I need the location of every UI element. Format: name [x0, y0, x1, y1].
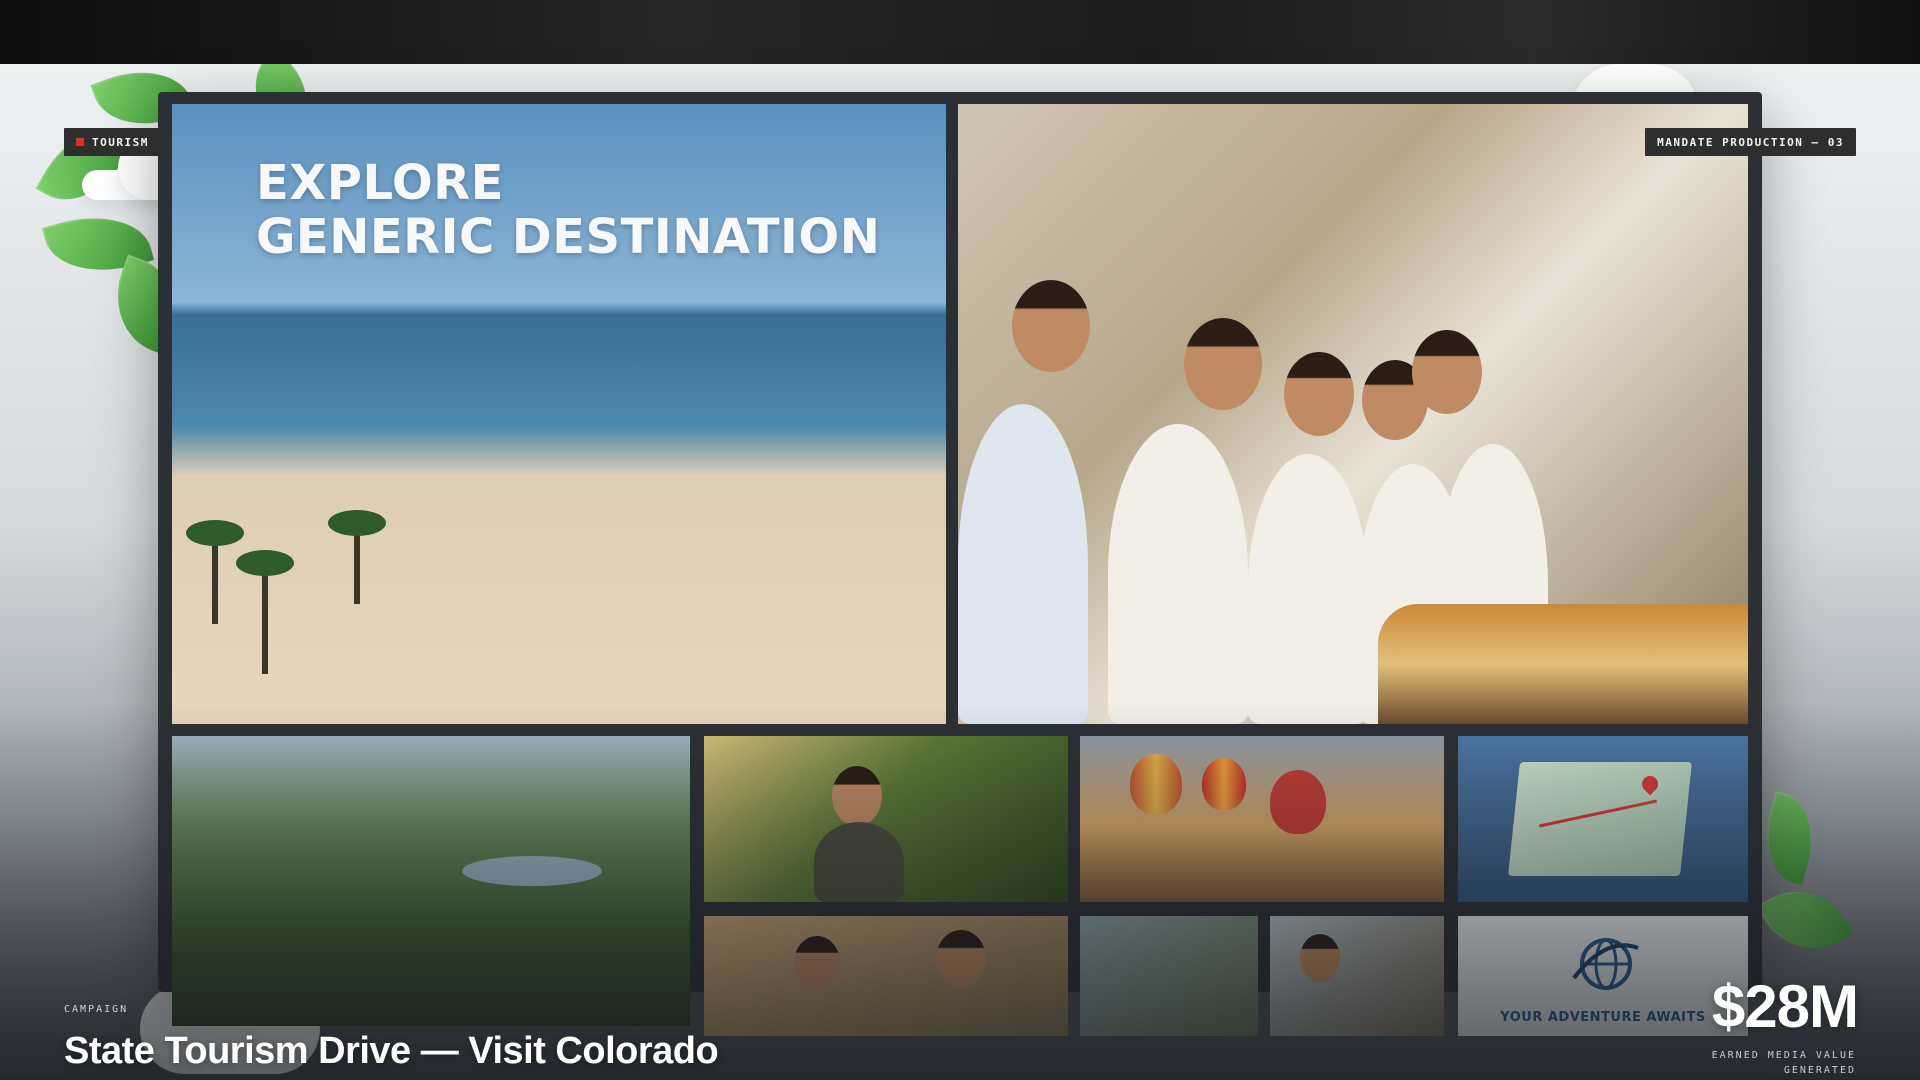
person-figure: [1108, 424, 1248, 724]
category-badge: TOURISM: [64, 128, 161, 156]
group-photo-tile: [958, 104, 1748, 724]
person-head: [794, 936, 840, 990]
cafe-tile: [1270, 916, 1444, 1036]
hiker-tile: [704, 736, 1068, 902]
balloons-tile: [1080, 736, 1444, 902]
person-head: [1284, 352, 1354, 436]
metric-value: $28M: [1711, 973, 1859, 1040]
leaf-decoration: [1753, 790, 1825, 886]
hot-air-balloon: [1130, 754, 1182, 814]
map-tile: [1458, 736, 1748, 902]
person-figure: [1248, 454, 1368, 724]
person-head: [1184, 318, 1262, 410]
production-badge-label: MANDATE PRODUCTION — 03: [1657, 135, 1844, 149]
beach-image-tile: EXPLORE GENERIC DESTINATION: [172, 104, 946, 724]
person-figure: [958, 404, 1088, 724]
category-badge-label: TOURISM: [92, 135, 149, 149]
top-banner: [0, 0, 1920, 64]
campaign-label: CAMPAIGN: [64, 1004, 129, 1015]
crowd-tile: [1080, 916, 1258, 1036]
person-head: [1012, 280, 1090, 372]
adventure-text: YOUR ADVENTURE AWAITS: [1500, 1010, 1706, 1025]
lake: [462, 856, 602, 886]
headline-line-2: GENERIC DESTINATION: [256, 209, 881, 265]
headline-line-1: EXPLORE: [256, 155, 504, 211]
metric-label: EARNED MEDIA VALUE GENERATED: [1711, 1050, 1856, 1076]
person-head: [936, 930, 986, 988]
badge-dot-icon: [76, 138, 84, 146]
adventure-tile: YOUR ADVENTURE AWAITS: [1458, 916, 1748, 1036]
hot-air-balloon: [1270, 770, 1326, 834]
forest-lake-tile: [172, 736, 690, 1026]
person-figure: [814, 822, 904, 902]
person-head: [1412, 330, 1482, 414]
folded-map: [1508, 762, 1692, 876]
hot-air-balloon: [1202, 758, 1246, 810]
leaf-decoration: [1756, 871, 1854, 969]
palm-tree: [328, 510, 386, 604]
globe-icon: [1572, 938, 1639, 990]
person-head: [832, 766, 882, 826]
person-head: [1300, 934, 1340, 982]
production-badge: MANDATE PRODUCTION — 03: [1645, 128, 1856, 156]
campaign-title: State Tourism Drive — Visit Colorado: [64, 1030, 719, 1072]
palm-tree: [186, 520, 244, 624]
food-table: [1378, 604, 1748, 724]
friends-tile: [704, 916, 1068, 1036]
hero-headline: EXPLORE GENERIC DESTINATION: [256, 156, 880, 264]
palm-tree: [236, 550, 294, 674]
